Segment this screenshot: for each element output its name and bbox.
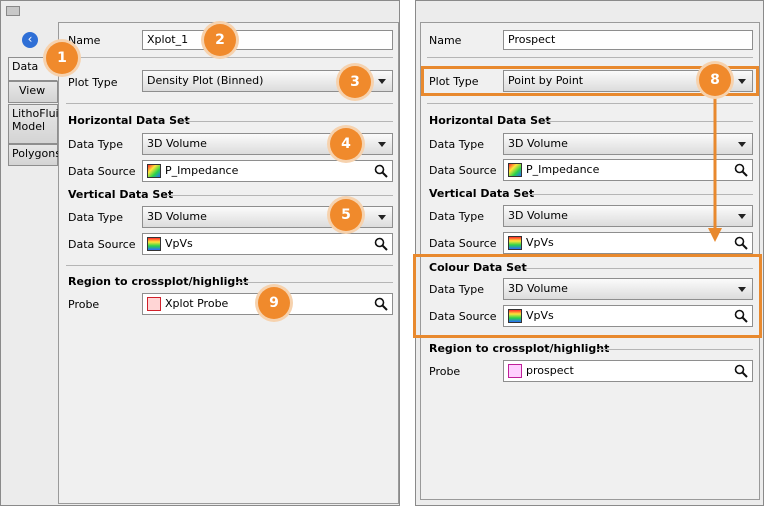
callout-badge-3: 3 [339, 66, 371, 98]
colour-data-set-header: Colour Data Set [429, 261, 527, 274]
probe-label: Probe [429, 365, 461, 378]
vertical-data-source-field[interactable]: VpVs [142, 233, 393, 255]
data-source-label: Data Source [429, 164, 497, 177]
data-source-label: Data Source [429, 237, 497, 250]
name-field[interactable]: Xplot_1 [142, 30, 393, 50]
search-icon[interactable] [734, 163, 748, 177]
region-header: Region to crossplot/highlight [429, 342, 610, 355]
chevron-down-icon [738, 79, 746, 84]
chevron-down-icon [738, 214, 746, 219]
divider [168, 195, 393, 196]
data-source-label: Data Source [429, 310, 497, 323]
probe-field[interactable]: prospect [503, 360, 753, 382]
divider [236, 282, 393, 283]
divider [66, 57, 393, 58]
callout-badge-4: 4 [330, 128, 362, 160]
divider [525, 268, 753, 269]
horizontal-data-source-field[interactable]: P_Impedance [142, 160, 393, 182]
region-header: Region to crossplot/highlight [68, 275, 249, 288]
chevron-down-icon [378, 215, 386, 220]
name-label: Name [68, 34, 101, 47]
callout-badge-1: 1 [46, 42, 78, 74]
colour-data-type-select[interactable]: 3D Volume [503, 278, 753, 300]
search-icon[interactable] [734, 309, 748, 323]
search-icon[interactable] [734, 364, 748, 378]
back-arrow-icon[interactable]: ‹ [22, 32, 38, 48]
volume-icon [147, 237, 161, 251]
callout-badge-5: 5 [330, 199, 362, 231]
name-field[interactable]: Prospect [503, 30, 753, 50]
data-type-label: Data Type [429, 210, 485, 223]
chevron-down-icon [378, 142, 386, 147]
tab-view[interactable]: View [8, 81, 58, 103]
data-type-label: Data Type [68, 138, 124, 151]
callout-arrow [708, 92, 722, 242]
volume-icon [147, 164, 161, 178]
search-icon[interactable] [374, 164, 388, 178]
horizontal-data-set-header: Horizontal Data Set [68, 114, 190, 127]
callout-badge-8: 8 [699, 64, 731, 96]
divider [66, 265, 393, 266]
volume-icon [508, 236, 522, 250]
chevron-down-icon [738, 142, 746, 147]
data-source-label: Data Source [68, 165, 136, 178]
search-icon[interactable] [374, 297, 388, 311]
volume-icon [508, 309, 522, 323]
probe-icon [508, 364, 522, 378]
chevron-down-icon [738, 287, 746, 292]
data-type-label: Data Type [68, 211, 124, 224]
horizontal-data-set-header: Horizontal Data Set [429, 114, 551, 127]
search-icon[interactable] [734, 236, 748, 250]
tab-lithofluid-model[interactable]: LithoFluid Model [8, 104, 66, 144]
probe-label: Probe [68, 298, 100, 311]
plot-type-label: Plot Type [429, 75, 479, 88]
divider [66, 103, 393, 104]
data-source-label: Data Source [68, 238, 136, 251]
callout-badge-2: 2 [204, 24, 236, 56]
tab-polygons[interactable]: Polygons [8, 144, 61, 166]
search-icon[interactable] [374, 237, 388, 251]
probe-icon [147, 297, 161, 311]
plot-type-label: Plot Type [68, 76, 118, 89]
divider [427, 57, 753, 58]
divider [597, 349, 753, 350]
window-icon [6, 6, 20, 16]
vertical-data-set-header: Vertical Data Set [68, 188, 174, 201]
name-label: Name [429, 34, 462, 47]
colour-data-source-field[interactable]: VpVs [503, 305, 753, 327]
vertical-data-set-header: Vertical Data Set [429, 187, 535, 200]
data-type-label: Data Type [429, 283, 485, 296]
data-type-label: Data Type [429, 138, 485, 151]
chevron-down-icon [378, 79, 386, 84]
divider [184, 121, 393, 122]
volume-icon [508, 163, 522, 177]
callout-badge-9: 9 [258, 287, 290, 319]
